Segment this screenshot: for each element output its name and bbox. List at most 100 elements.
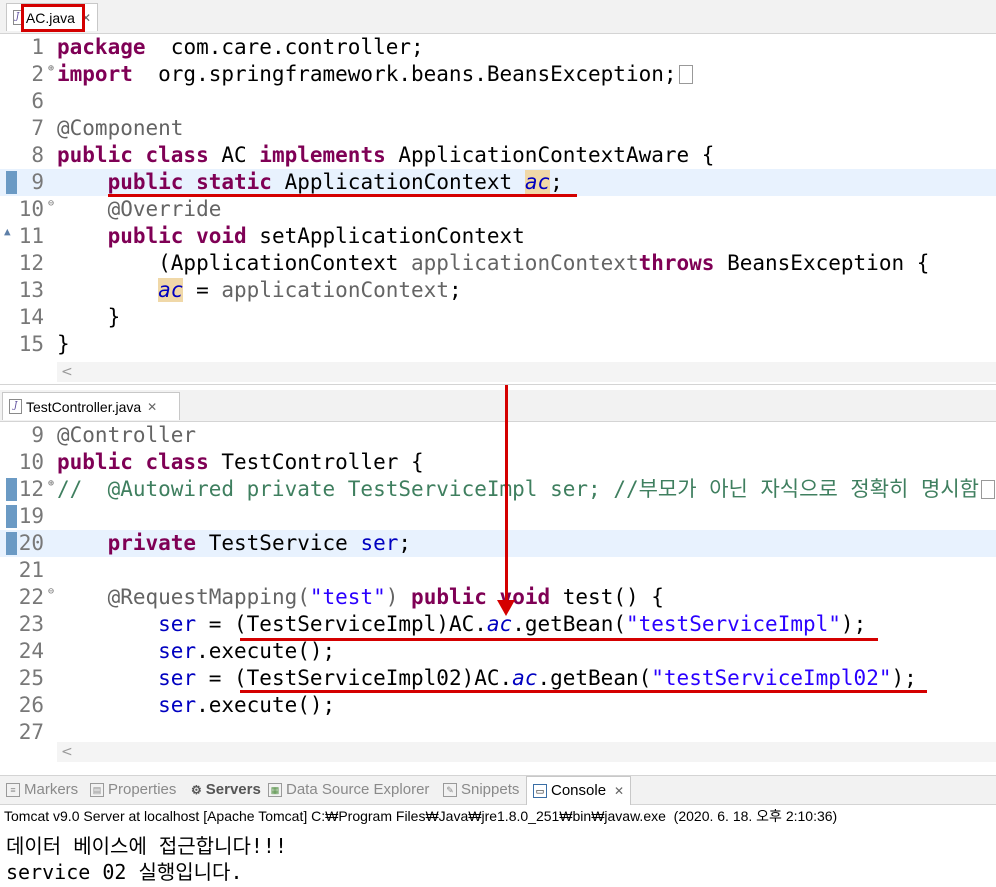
code-text: public static ApplicationContext ac; (57, 169, 563, 196)
line-gutter: 27 (0, 719, 56, 746)
tab-console[interactable]: ▭ Console ✕ (526, 776, 632, 805)
code-text: private TestService ser; (57, 530, 411, 557)
markers-icon: ≡ (6, 783, 20, 797)
console-icon: ▭ (533, 784, 547, 798)
editor2-tab[interactable]: J TestController.java ✕ (2, 392, 180, 420)
line-gutter: 7 (0, 115, 56, 142)
code-line[interactable]: 19 (0, 503, 996, 530)
database-icon: ▦ (268, 783, 282, 797)
code-line[interactable]: 7 @Component (0, 115, 996, 142)
editor2-code[interactable]: 9 @Controller 10 public class TestControlle… (0, 422, 996, 744)
code-line[interactable]: 2 ⊕ import org.springframework.beans.Beans… (0, 61, 996, 88)
code-token: ; //부모가 아닌 자식으로 정확히 명시함 (588, 477, 979, 501)
code-line[interactable]: 10 public class TestController { (0, 449, 996, 476)
code-token: "testServiceImpl" (625, 612, 841, 636)
close-icon[interactable]: ✕ (614, 777, 624, 805)
code-text: package com.care.controller; (57, 34, 424, 61)
code-token: setApplicationContext (246, 224, 525, 248)
line-gutter: 19 (0, 503, 56, 530)
code-line[interactable]: 24 ser.execute(); (0, 638, 996, 665)
fold-toggle-icon[interactable]: ⊖ (48, 578, 54, 605)
fold-toggle-icon[interactable]: ⊕ (48, 470, 54, 497)
code-line[interactable]: 26 ser.execute(); (0, 692, 996, 719)
code-token: AC (208, 143, 260, 167)
code-line[interactable]: 6 (0, 88, 996, 115)
code-token: ApplicationContext (271, 170, 525, 194)
code-token: public void (107, 224, 247, 248)
editor1-code[interactable]: 1 package com.care.controller; 2 ⊕ import or… (0, 34, 996, 362)
code-text: ser.execute(); (57, 692, 335, 719)
code-text: ser.execute(); (57, 638, 335, 665)
tab-markers[interactable]: ≡ Markers (6, 776, 78, 804)
tab-servers[interactable]: ⚙ Servers (191, 776, 261, 804)
code-text: import org.springframework.beans.BeansEx… (57, 61, 693, 88)
code-token: ); (891, 666, 917, 690)
line-gutter: 14 (0, 304, 56, 331)
underline-getbean-1 (240, 638, 878, 641)
code-line[interactable]: 21 (0, 557, 996, 584)
fold-toggle-icon[interactable]: ⊖ (48, 190, 54, 217)
scroll-left-icon[interactable]: < (61, 362, 73, 382)
change-marker (6, 505, 17, 528)
code-line[interactable]: 8 public class AC implements ApplicationC… (0, 142, 996, 169)
code-token: // @Autowired private TestServiceImpl (57, 477, 551, 501)
code-line[interactable]: 1 package com.care.controller; (0, 34, 996, 61)
code-line[interactable]: 10 ⊖ @Override (0, 196, 996, 223)
folded-region-icon[interactable] (678, 65, 693, 84)
code-line[interactable]: 9 @Controller (0, 422, 996, 449)
line-number: 26 (18, 693, 44, 717)
code-line[interactable]: 25 ser = (TestServiceImpl02)AC.ac.getBea… (0, 665, 996, 692)
code-token: ) (385, 585, 399, 609)
editor2-tab-label: TestController.java (26, 398, 142, 415)
line-gutter: 6 (0, 88, 56, 115)
code-token: TestService (196, 531, 361, 555)
code-line[interactable]: ▲ 11 public void setApplicationContext (0, 223, 996, 250)
tab-properties[interactable]: ▤ Properties (90, 776, 176, 804)
line-number: 25 (18, 666, 44, 690)
line-gutter: 23 (0, 611, 56, 638)
change-marker (6, 532, 17, 555)
code-text: ser = (TestServiceImpl02)AC.ac.getBean("… (57, 665, 917, 692)
editor1-hscrollbar[interactable]: < (57, 362, 996, 382)
scroll-left-icon[interactable]: < (61, 742, 73, 762)
code-token: org.springframework.beans.BeansException… (132, 62, 677, 86)
override-marker-icon: ▲ (4, 225, 11, 238)
code-line[interactable]: 12 (ApplicationContext applicationContex… (0, 250, 996, 277)
servers-icon: ⚙ (191, 783, 202, 797)
line-number: 6 (31, 89, 44, 113)
line-gutter: 24 (0, 638, 56, 665)
line-gutter: 12 ⊕ (0, 476, 56, 503)
code-text: } (57, 304, 121, 331)
annotation-arrowhead (497, 600, 515, 616)
editor2-hscrollbar[interactable]: < (57, 742, 996, 762)
tab-servers-label: Servers (205, 781, 261, 798)
code-token: ser (360, 531, 399, 555)
code-token: @RequestMapping( (107, 585, 310, 609)
line-number: 12 (18, 477, 44, 501)
code-line[interactable]: 13 ac = applicationContext; (0, 277, 996, 304)
code-line[interactable]: 20 private TestService ser; (0, 530, 996, 557)
close-icon[interactable]: ✕ (147, 400, 157, 414)
line-gutter: 26 (0, 692, 56, 719)
line-gutter: 20 (0, 530, 56, 557)
fold-toggle-icon[interactable]: ⊕ (48, 55, 54, 82)
code-token: public void (411, 585, 551, 609)
code-token: ser (158, 612, 197, 636)
code-line[interactable]: 9 public static ApplicationContext ac; (0, 169, 996, 196)
code-line[interactable]: 14 } (0, 304, 996, 331)
folded-region-icon[interactable] (980, 480, 995, 499)
code-line[interactable]: 12 ⊕// @Autowired private TestServiceImpl… (0, 476, 996, 503)
code-token: @Component (57, 116, 184, 140)
tab-data-source-explorer[interactable]: ▦ Data Source Explorer (268, 776, 429, 804)
code-token: throws (638, 251, 715, 275)
code-line[interactable]: 15} (0, 331, 996, 358)
line-gutter: 13 (0, 277, 56, 304)
tab-snippets[interactable]: ✎ Snippets (443, 776, 519, 804)
line-number: 9 (31, 423, 44, 447)
